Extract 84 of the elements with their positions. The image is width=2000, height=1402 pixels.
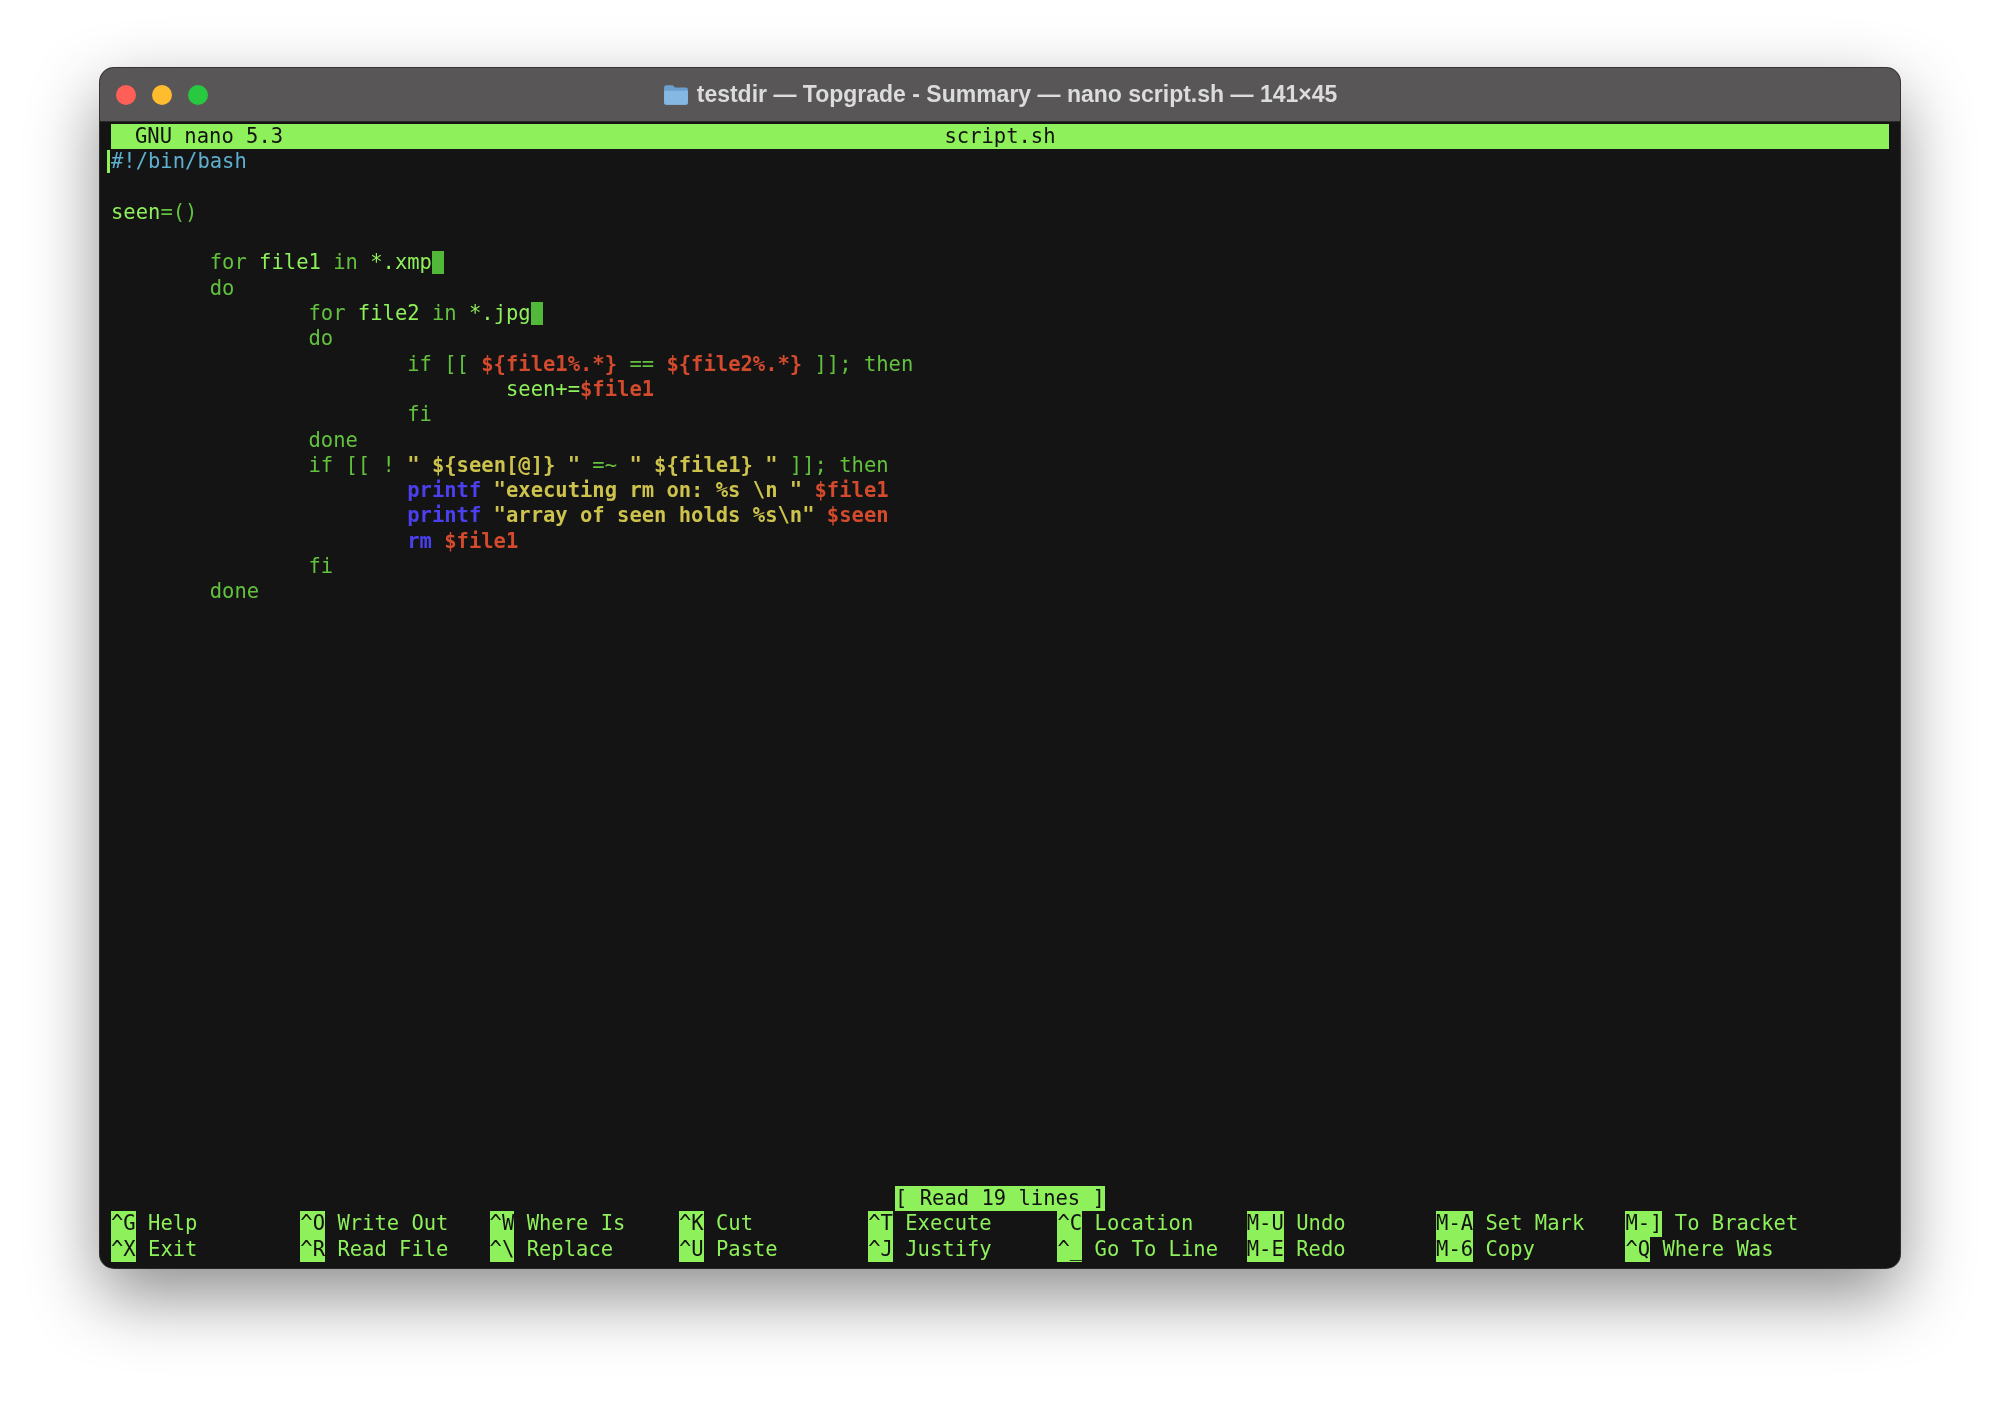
shortcut-label: Where Is: [526, 1211, 626, 1237]
code-command: rm: [406, 528, 432, 553]
status-message: [ Read 19 lines ]: [895, 1186, 1105, 1212]
shortcut-key: M-U: [1246, 1211, 1284, 1237]
code-text: seen: [111, 199, 161, 224]
shortcut-key: ^\: [489, 1236, 515, 1262]
trailing-space-mark: [530, 302, 544, 326]
shortcut-key: M-]: [1625, 1211, 1663, 1237]
window-title: testdir — Topgrade - Summary — nano script.sh — 141×45: [696, 81, 1338, 108]
shortcut-label: Redo: [1296, 1236, 1346, 1262]
shortcut-label: Undo: [1296, 1211, 1346, 1237]
shortcut-key: ^R: [300, 1236, 325, 1262]
code-text: *.jpg: [467, 301, 531, 326]
shortcut-label: Location: [1094, 1211, 1194, 1237]
code-keyword: done: [208, 579, 260, 604]
zoom-button[interactable]: [188, 84, 208, 105]
shortcut-label: Copy: [1485, 1236, 1535, 1262]
code-keyword: do: [307, 326, 334, 351]
shortcut-label: To Bracket: [1674, 1211, 1799, 1237]
shortcut-key: ^_: [1057, 1236, 1083, 1262]
code-keyword: if [[: [406, 351, 470, 376]
shortcut-key: ^C: [1057, 1211, 1083, 1237]
code-keyword: if [[ !: [307, 452, 396, 477]
code-keyword: for: [307, 301, 346, 326]
code-keyword: fi: [307, 554, 334, 579]
shortcut-label: Justify: [905, 1236, 992, 1262]
close-button[interactable]: [116, 84, 136, 105]
code-keyword: do: [208, 275, 235, 300]
code-variable: $seen: [825, 503, 889, 528]
shortcut-label: Where Was: [1662, 1236, 1774, 1262]
code-keyword: ]]; then: [788, 452, 889, 477]
shortcut-label: Replace: [526, 1236, 614, 1262]
code-string: " ${file1} ": [629, 452, 778, 477]
code-string: "array of seen holds %s\n": [492, 503, 815, 528]
shortcut-label: Exit: [148, 1236, 198, 1262]
shortcut-key: ^X: [111, 1236, 136, 1262]
editor-version: GNU nano 5.3: [134, 124, 284, 150]
code-keyword: done: [307, 427, 358, 452]
code-keyword: =~: [591, 452, 619, 477]
shortcut-label: Cut: [715, 1211, 753, 1237]
shortcut-key: ^G: [111, 1211, 136, 1237]
code-command: printf: [406, 503, 482, 528]
shortcut-label: Go To Line: [1094, 1236, 1218, 1262]
code-keyword: =(): [160, 199, 198, 224]
code-string: "executing rm on: %s \n ": [492, 478, 803, 503]
shortcut-key: ^J: [868, 1236, 893, 1262]
shortcut-key: ^K: [678, 1211, 704, 1237]
code-keyword: ==: [628, 351, 656, 376]
file-name: script.sh: [944, 124, 1056, 150]
trailing-space-mark: [431, 251, 445, 275]
shortcut-label: Help: [148, 1211, 198, 1237]
code-keyword: ]]; then: [813, 351, 914, 376]
code-command: printf: [406, 478, 482, 503]
shortcut-label: Set Mark: [1485, 1211, 1585, 1237]
shortcut-label: Execute: [905, 1211, 992, 1237]
code-text: file2: [356, 301, 421, 326]
code-text: file1: [258, 250, 322, 275]
shortcut-key: ^U: [678, 1236, 704, 1262]
minimize-button[interactable]: [152, 84, 172, 105]
code-variable: $file1: [580, 376, 655, 401]
code-comment: #!/bin/bash: [111, 149, 247, 174]
code-string: " ${seen[@]} ": [407, 452, 581, 477]
shortcut-key: ^T: [868, 1211, 893, 1237]
text-cursor: [107, 150, 110, 174]
code-variable: ${file2%.*}: [666, 351, 803, 376]
shortcut-label: Read File: [337, 1236, 449, 1262]
code-variable: $file1: [443, 528, 519, 553]
code-variable: $file1: [813, 478, 889, 503]
code-keyword: for: [208, 250, 247, 275]
code-text: seen+=: [504, 376, 580, 401]
code-keyword: fi: [406, 402, 432, 427]
code-variable: ${file1%.*}: [481, 351, 618, 376]
shortcut-key: ^O: [300, 1211, 325, 1237]
shortcut-key: ^Q: [1625, 1236, 1651, 1262]
shortcut-label: Write Out: [337, 1211, 449, 1237]
shortcut-key: M-6: [1436, 1236, 1474, 1262]
folder-icon: [662, 83, 689, 106]
shortcut-key: ^W: [489, 1211, 515, 1237]
code-keyword: in: [333, 250, 358, 275]
shortcut-label: Paste: [715, 1236, 778, 1262]
shortcut-key: M-E: [1246, 1236, 1284, 1262]
shortcut-key: M-A: [1436, 1211, 1474, 1237]
code-text: *.xmp: [369, 250, 432, 275]
code-keyword: in: [431, 301, 457, 326]
